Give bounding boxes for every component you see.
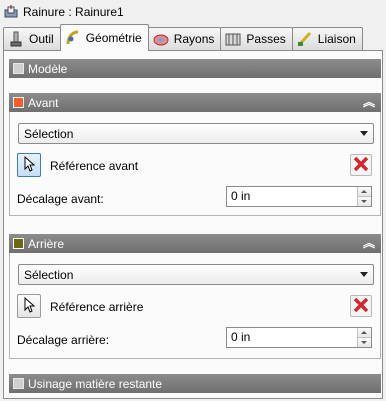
avant-color-swatch[interactable]: [13, 97, 24, 108]
arriere-color-swatch[interactable]: [13, 238, 24, 249]
back-reference-label: Référence arrière: [50, 300, 144, 314]
window-title: Rainure : Rainure1: [23, 5, 124, 19]
cursor-icon: [22, 155, 36, 175]
tab-label: Passes: [246, 32, 286, 46]
pick-front-reference-button[interactable]: [17, 153, 41, 177]
tab-rayons[interactable]: Rayons: [147, 27, 222, 50]
geometry-panel: Modèle Avant ︽ Sélection Référence avant: [3, 51, 383, 399]
delete-back-reference-button[interactable]: [350, 295, 372, 317]
tab-passes[interactable]: Passes: [220, 27, 293, 50]
tab-label: Liaison: [317, 32, 356, 46]
collapse-icon[interactable]: ︽: [363, 236, 375, 250]
arriere-header[interactable]: Arrière ︽: [9, 234, 381, 253]
rest-machining-label: Usinage matière restante: [28, 376, 163, 391]
chevron-down-icon: [360, 131, 368, 136]
spin-down-button[interactable]: [358, 196, 371, 206]
front-offset-label: Décalage avant:: [17, 192, 104, 206]
tab-outil[interactable]: Outil: [3, 27, 61, 50]
pick-back-reference-button[interactable]: [17, 294, 41, 318]
modele-label: Modèle: [28, 61, 68, 76]
front-offset-field[interactable]: 0 in: [226, 186, 372, 207]
spin-up-button[interactable]: [358, 187, 371, 196]
spin-up-button[interactable]: [358, 328, 371, 337]
back-offset-value[interactable]: 0 in: [227, 328, 357, 347]
back-offset-field[interactable]: 0 in: [226, 327, 372, 348]
avant-section: Sélection Référence avant Décalage avant…: [9, 112, 381, 216]
rest-machining-header[interactable]: Usinage matière restante: [9, 374, 381, 393]
cursor-icon: [22, 296, 36, 316]
close-icon: [352, 296, 370, 317]
tab-bar: Outil Géométrie Rayons Passes Liaison: [3, 24, 383, 51]
tool-icon: [8, 31, 24, 47]
dropdown-value: Sélection: [24, 126, 74, 141]
arriere-label: Arrière: [28, 236, 65, 251]
collapse-icon[interactable]: ︽: [363, 95, 375, 109]
modele-header[interactable]: Modèle: [9, 59, 381, 78]
arriere-selection-dropdown[interactable]: Sélection: [18, 264, 374, 285]
linking-icon: [297, 31, 313, 47]
back-offset-label: Décalage arrière:: [17, 333, 110, 347]
geometry-icon: [65, 30, 81, 46]
avant-label: Avant: [28, 95, 59, 110]
chevron-down-icon: [360, 272, 368, 277]
radii-icon: [153, 31, 169, 47]
tab-label: Outil: [29, 32, 54, 46]
tab-geometrie[interactable]: Géométrie: [59, 24, 149, 51]
passes-icon: [225, 31, 241, 47]
tab-label: Géométrie: [85, 30, 142, 45]
avant-header[interactable]: Avant ︽: [9, 93, 381, 112]
avant-selection-dropdown[interactable]: Sélection: [18, 123, 374, 144]
spin-down-button[interactable]: [358, 337, 371, 347]
arriere-section: Sélection Référence arrière Décalage arr…: [9, 253, 381, 359]
front-reference-label: Référence avant: [50, 159, 139, 173]
window-titlebar: Rainure : Rainure1: [0, 0, 386, 24]
close-icon: [352, 155, 370, 176]
front-offset-value[interactable]: 0 in: [227, 187, 357, 206]
delete-front-reference-button[interactable]: [350, 154, 372, 176]
dropdown-value: Sélection: [24, 267, 74, 282]
tab-label: Rayons: [173, 32, 215, 46]
rest-machining-checkbox[interactable]: [13, 378, 24, 389]
tab-liaison[interactable]: Liaison: [291, 27, 363, 50]
groove-icon: [4, 5, 18, 19]
modele-checkbox[interactable]: [13, 63, 24, 74]
